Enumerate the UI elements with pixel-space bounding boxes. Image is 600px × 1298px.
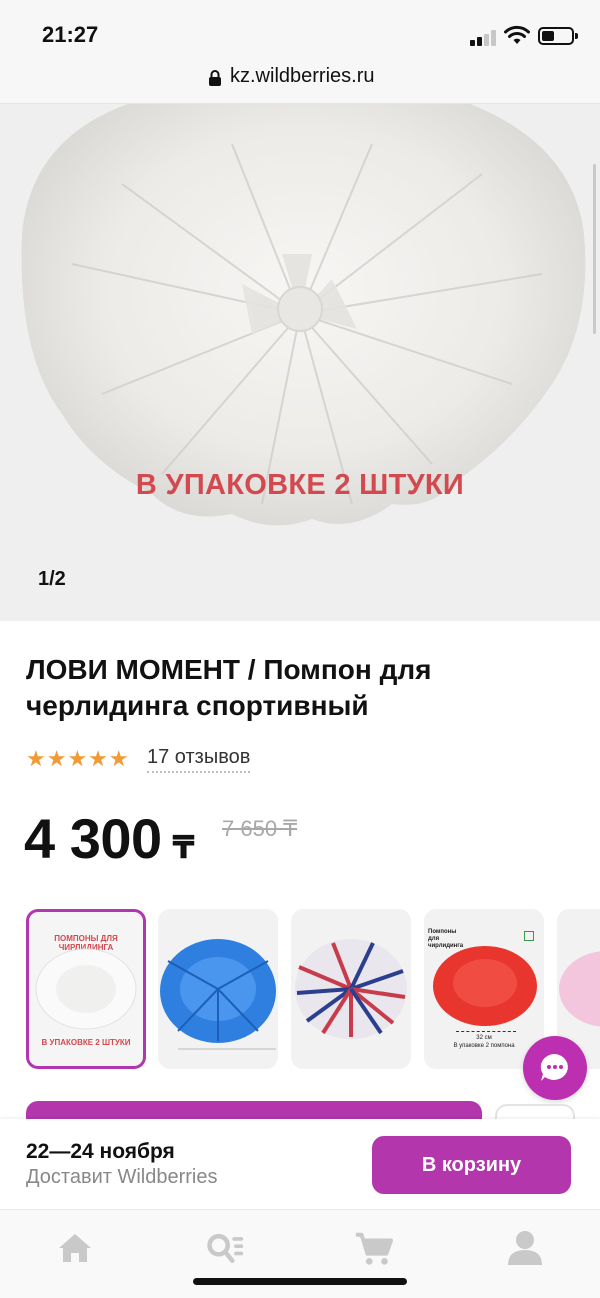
cellular-signal-icon	[470, 28, 498, 46]
battery-icon	[538, 27, 578, 45]
blue-pompom-icon	[160, 939, 276, 1050]
chat-bubble-icon	[540, 1053, 568, 1081]
chat-button[interactable]	[523, 1036, 587, 1100]
thumbnail-1[interactable]: ПОМПОНЫ ДЛЯ ЧИРЛИДИНГА В УПАКОВКЕ 2 ШТУК…	[26, 909, 146, 1069]
rating-stars-icon: ★★★★★	[26, 746, 130, 771]
thumbnail-caption: В УПАКОВКЕ 2 ШТУКИ	[41, 1038, 131, 1047]
old-price: 7 650 ₸	[222, 816, 298, 841]
profile-icon[interactable]	[505, 1228, 545, 1268]
product-title: ЛОВИ МОМЕНТ / Помпон для черлидинга спор…	[26, 654, 432, 721]
size-arrow	[456, 1031, 516, 1032]
price-value: 4 300	[24, 807, 162, 870]
add-to-cart-button[interactable]: В корзину	[372, 1136, 571, 1194]
lock-icon	[209, 70, 221, 86]
home-indicator	[193, 1278, 407, 1285]
delivery-date: 22—24 ноября	[26, 1140, 175, 1163]
price-currency: ₸	[172, 829, 195, 865]
catalog-search-icon[interactable]	[205, 1228, 245, 1268]
white-pompom-icon	[35, 948, 137, 1030]
order-bar: 22—24 ноября Доставит Wildberries В корз…	[0, 1119, 600, 1209]
browser-url-bar[interactable]: kz.wildberries.ru	[0, 60, 600, 104]
pink-pompom-icon	[559, 951, 600, 1027]
home-icon[interactable]	[55, 1228, 95, 1268]
url-text[interactable]: kz.wildberries.ru	[230, 65, 374, 88]
brand-logo-icon	[524, 931, 534, 941]
gallery-scrollbar	[593, 164, 596, 334]
red-pompom-icon	[433, 946, 537, 1026]
thumbnail-strip[interactable]: ПОМПОНЫ ДЛЯ ЧИРЛИДИНГА В УПАКОВКЕ 2 ШТУК…	[26, 909, 600, 1069]
wifi-icon	[504, 25, 530, 44]
reviews-link[interactable]: 17 отзывов	[147, 746, 251, 773]
status-time: 21:27	[42, 22, 99, 47]
product-image-gallery[interactable]: В УПАКОВКЕ 2 ШТУКИ 1/2	[0, 104, 600, 621]
status-bar: 21:27	[0, 0, 600, 60]
gallery-overlay-text: В УПАКОВКЕ 2 ШТУКИ	[135, 469, 465, 501]
tricolor-pompom-icon	[295, 939, 407, 1039]
thumbnail-2[interactable]	[158, 909, 278, 1069]
cart-icon[interactable]	[354, 1228, 394, 1268]
thumbnail-3[interactable]	[291, 909, 411, 1069]
delivery-provider: Доставит Wildberries	[26, 1166, 218, 1188]
product-price: 4 300 ₸	[24, 806, 195, 871]
gallery-counter: 1/2	[38, 568, 66, 590]
